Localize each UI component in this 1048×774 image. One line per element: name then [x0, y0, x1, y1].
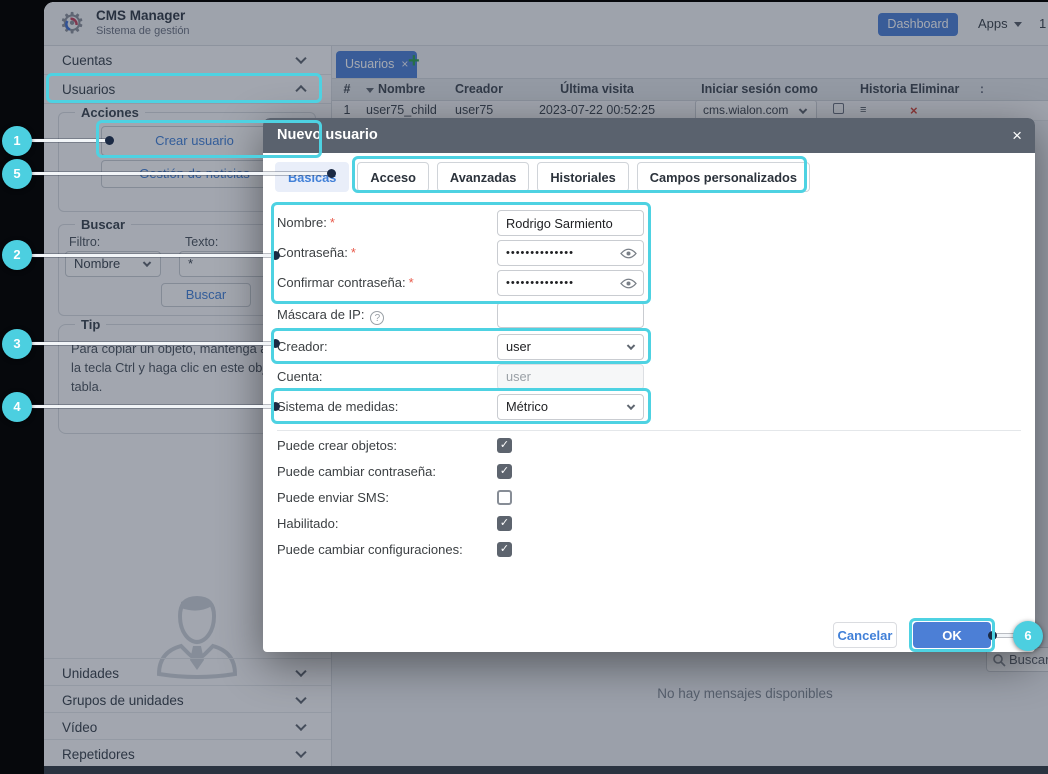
checkbox-label: Puede cambiar contraseña:	[277, 464, 436, 479]
modal-header: Nuevo usuario ×	[263, 118, 1035, 153]
help-icon[interactable]: ?	[370, 311, 384, 325]
new-user-modal: Nuevo usuario × Básicas Acceso Avanzadas…	[263, 118, 1035, 652]
divider	[277, 430, 1021, 431]
mascara-ip-label: Máscara de IP:?	[277, 302, 384, 328]
screen: ⚙ CMS Manager Sistema de gestión Dashboa…	[0, 0, 1048, 774]
connector-line-3	[17, 342, 276, 345]
puede-cambiar-contrasena-checkbox[interactable]: ✓	[497, 464, 512, 479]
mascara-ip-field[interactable]	[497, 302, 644, 328]
cuenta-field: user	[497, 364, 644, 390]
connector-line-4	[17, 405, 276, 408]
checkbox-label: Puede enviar SMS:	[277, 490, 389, 505]
puede-crear-objetos-checkbox[interactable]: ✓	[497, 438, 512, 453]
annotation-badge-5: 5	[2, 159, 32, 189]
connector-line-5	[17, 172, 332, 175]
checkbox-label: Puede crear objetos:	[277, 438, 397, 453]
checkbox-row: Puede enviar SMS:	[277, 490, 777, 508]
checkbox-row: Habilitado: ✓	[277, 516, 777, 534]
habilitado-checkbox[interactable]: ✓	[497, 516, 512, 531]
annotation-badge-3: 3	[2, 329, 32, 359]
checkbox-row: Puede cambiar contraseña: ✓	[277, 464, 777, 482]
tab-basicas[interactable]: Básicas	[275, 162, 349, 192]
checkbox-row: Puede crear objetos: ✓	[277, 438, 777, 456]
cancel-button[interactable]: Cancelar	[833, 622, 897, 648]
puede-cambiar-configuraciones-checkbox[interactable]: ✓	[497, 542, 512, 557]
highlight-crear-usuario	[96, 120, 322, 158]
highlight-ok-button	[909, 618, 995, 652]
checkbox-row: Puede cambiar configuraciones: ✓	[277, 542, 777, 560]
puede-enviar-sms-checkbox[interactable]	[497, 490, 512, 505]
highlight-name-password-fields	[271, 202, 651, 304]
highlight-usuarios-section	[46, 73, 322, 103]
highlight-sistema-field	[271, 388, 651, 424]
bottom-strip	[44, 766, 1048, 774]
checkbox-label: Puede cambiar configuraciones:	[277, 542, 463, 557]
cuenta-label: Cuenta:	[277, 364, 323, 390]
checkbox-label: Habilitado:	[277, 516, 338, 531]
annotation-badge-6: 6	[1013, 621, 1043, 651]
close-icon[interactable]: ×	[1012, 118, 1022, 153]
annotation-badge-1: 1	[2, 126, 32, 156]
highlight-modal-tabs	[352, 156, 807, 193]
annotation-badge-4: 4	[2, 392, 32, 422]
highlight-creador-field	[271, 328, 651, 364]
connector-line-2	[17, 254, 276, 257]
annotation-badge-2: 2	[2, 240, 32, 270]
